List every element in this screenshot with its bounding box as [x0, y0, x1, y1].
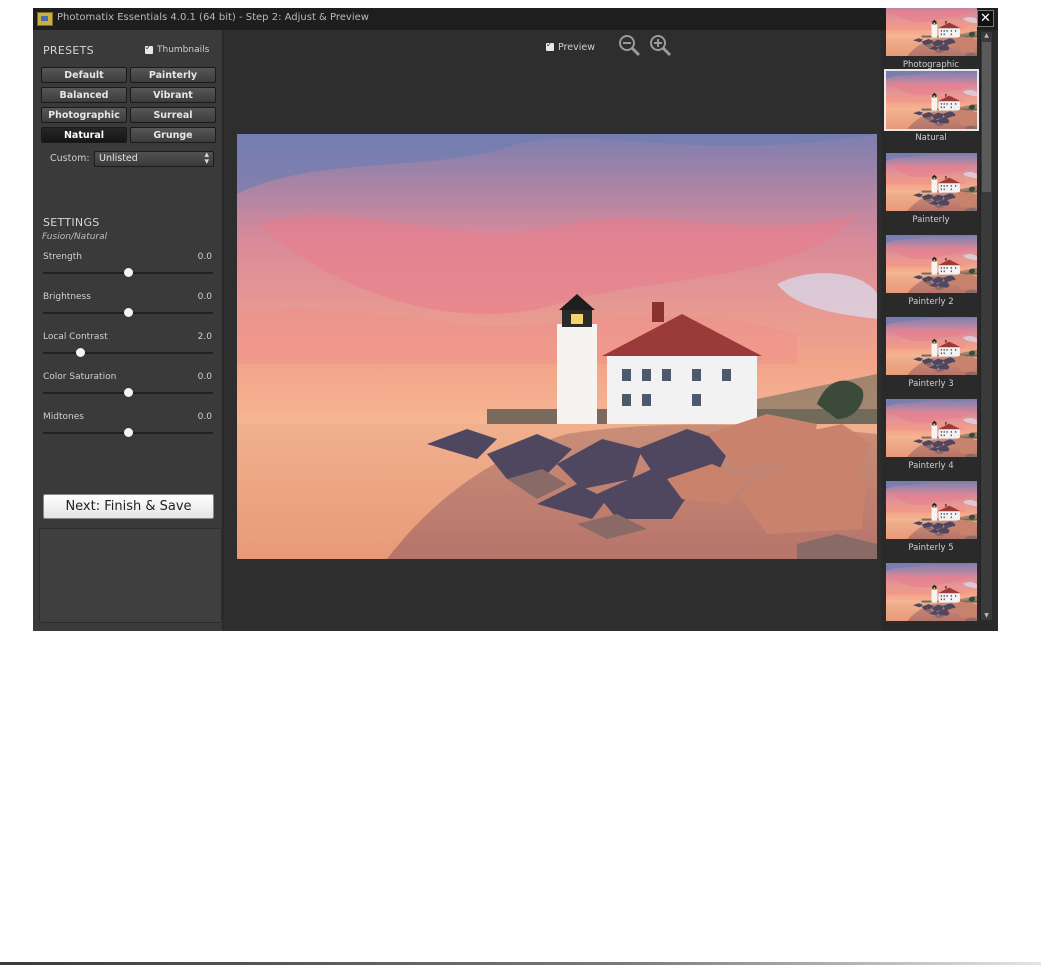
preview-image [237, 134, 877, 559]
thumbnail-label: Natural [915, 133, 947, 143]
app-icon [37, 12, 53, 26]
settings-panel: PRESETS Thumbnails Default Painterly Bal… [33, 30, 224, 631]
preset-photographic-button[interactable]: Photographic [41, 107, 127, 123]
thumbnail-panel: Photographic Natural Painterly Painterly… [881, 30, 998, 631]
preview-checkbox[interactable] [546, 40, 554, 51]
slider-label: Brightness [43, 292, 91, 302]
scroll-down-icon[interactable]: ▼ [981, 612, 992, 620]
thumbnail-label: Painterly 5 [908, 543, 954, 553]
thumbnail-image[interactable] [886, 235, 977, 293]
thumbnail-image[interactable] [886, 8, 977, 56]
preset-surreal-button[interactable]: Surreal [130, 107, 216, 123]
slider-track[interactable] [43, 352, 213, 354]
thumbnail-image[interactable] [886, 481, 977, 539]
slider-knob[interactable] [124, 428, 133, 437]
settings-subheading: Fusion/Natural [42, 232, 108, 242]
zoom-out-icon[interactable] [618, 34, 642, 58]
preset-balanced-button[interactable]: Balanced [41, 87, 127, 103]
scroll-thumb[interactable] [982, 42, 991, 192]
slider-value: 2.0 [197, 332, 212, 342]
thumbnail-scrollbar[interactable]: ▲ ▼ [980, 32, 992, 620]
thumbnail-label: Painterly [912, 215, 950, 225]
preview-area: Preview [224, 30, 881, 631]
close-button[interactable]: ✕ [977, 10, 994, 27]
thumbnails-checkbox[interactable] [145, 43, 153, 54]
info-box [39, 528, 222, 623]
slider-label: Color Saturation [43, 372, 117, 382]
slider-label: Local Contrast [43, 332, 108, 342]
thumbnail-image[interactable] [886, 563, 977, 621]
preview-label: Preview [558, 42, 595, 53]
thumbnails-label: Thumbnails [157, 45, 210, 55]
slider-knob[interactable] [124, 308, 133, 317]
thumbnail-label: Painterly 3 [908, 379, 954, 389]
custom-preset-value: Unlisted [99, 153, 138, 164]
zoom-in-icon[interactable] [649, 34, 673, 58]
slider-knob[interactable] [124, 268, 133, 277]
preset-default-button[interactable]: Default [41, 67, 127, 83]
slider-value: 0.0 [197, 412, 212, 422]
select-arrows-icon: ▴ ▾ [204, 150, 209, 167]
thumbnail-image[interactable] [884, 69, 979, 131]
preset-natural-button[interactable]: Natural [41, 127, 127, 143]
title-bar: Photomatix Essentials 4.0.1 (64 bit) - S… [33, 8, 998, 30]
thumbnail-label: Photographic [902, 60, 960, 70]
preset-vibrant-button[interactable]: Vibrant [130, 87, 216, 103]
preset-painterly-button[interactable]: Painterly [130, 67, 216, 83]
next-finish-save-button[interactable]: Next: Finish & Save [43, 494, 214, 519]
slider-value: 0.0 [197, 252, 212, 262]
custom-preset-select[interactable]: Unlisted ▴ ▾ [94, 151, 214, 167]
slider-label: Midtones [43, 412, 84, 422]
presets-heading: PRESETS [43, 44, 94, 57]
settings-heading: SETTINGS [43, 216, 100, 229]
thumbnail-label: Painterly 2 [908, 297, 954, 307]
slider-knob[interactable] [124, 388, 133, 397]
slider-value: 0.0 [197, 372, 212, 382]
thumbnail-image[interactable] [886, 317, 977, 375]
scroll-up-icon[interactable]: ▲ [981, 32, 992, 40]
thumbnail-image[interactable] [886, 399, 977, 457]
window-title: Photomatix Essentials 4.0.1 (64 bit) - S… [57, 12, 369, 23]
slider-label: Strength [43, 252, 82, 262]
preset-grunge-button[interactable]: Grunge [130, 127, 216, 143]
slider-knob[interactable] [76, 348, 85, 357]
app-window: Photomatix Essentials 4.0.1 (64 bit) - S… [33, 8, 998, 631]
thumbnail-image[interactable] [886, 153, 977, 211]
custom-label: Custom: [50, 153, 90, 164]
slider-value: 0.0 [197, 292, 212, 302]
thumbnail-label: Painterly 4 [908, 461, 954, 471]
